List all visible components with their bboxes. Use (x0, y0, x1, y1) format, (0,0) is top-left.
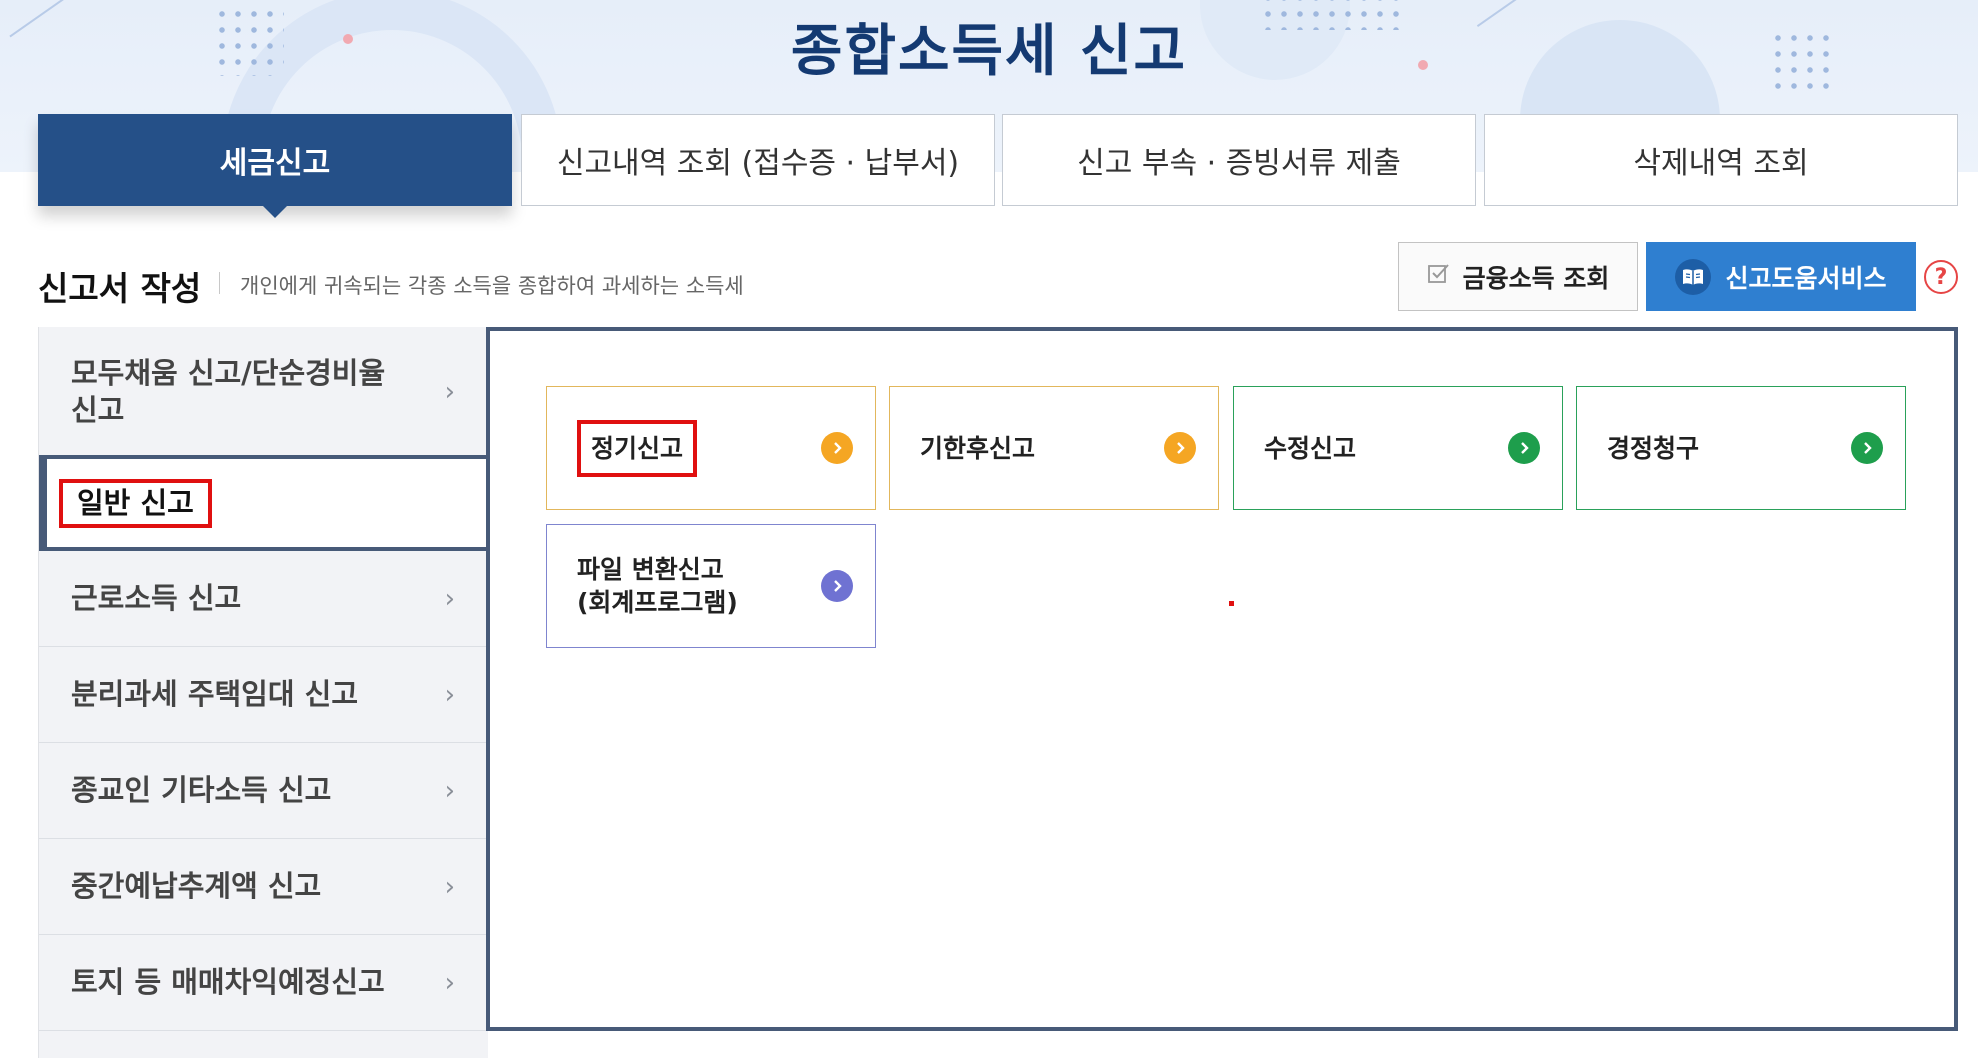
tab-tax-filing[interactable]: 세금신고 (38, 114, 512, 218)
card-label: 수정신고 (1264, 433, 1357, 463)
card-label: 경정청구 (1607, 433, 1700, 463)
help-service-label: 신고도움서비스 (1725, 263, 1887, 293)
highlight-box: 정기신고 (577, 419, 698, 477)
section-description: 개인에게 귀속되는 각종 소득을 종합하여 과세하는 소득세 (240, 274, 744, 298)
card-late-filing[interactable]: 기한후신고 (889, 386, 1219, 510)
section-title: 신고서 작성 (38, 269, 202, 308)
arrow-right-icon (1508, 432, 1540, 464)
book-icon (1675, 258, 1712, 295)
sidebar-item-label: 분리과세 주택임대 신고 (71, 677, 358, 711)
arrow-right-icon (821, 570, 853, 602)
arrow-right-icon (821, 432, 853, 464)
highlight-box: 일반 신고 (59, 478, 212, 528)
financial-income-button[interactable]: 금융소득 조회 (1398, 242, 1638, 311)
sidebar-item-prefilled[interactable]: 모두채움 신고/단순경비율 신고 › (39, 327, 489, 457)
chevron-right-icon: › (444, 583, 455, 614)
sidebar-item-general[interactable]: 일반 신고 (39, 455, 489, 551)
sidebar-item-label: 토지 등 매매차익예정신고 (71, 965, 385, 999)
chevron-right-icon: › (444, 871, 455, 902)
arrow-right-icon (1164, 432, 1196, 464)
card-file-conversion[interactable]: 파일 변환신고 (회계프로그램) (546, 524, 876, 648)
checkbox-edit-icon (1427, 262, 1451, 292)
sidebar-item-interim-prepayment[interactable]: 중간예납추계액 신고 › (39, 839, 489, 935)
help-question-icon[interactable]: ? (1924, 260, 1958, 294)
chevron-right-icon: › (444, 967, 455, 998)
card-correction-claim[interactable]: 경정청구 (1576, 386, 1906, 510)
sidebar-item-label: 중간예납추계액 신고 (71, 869, 322, 903)
chevron-right-icon: › (444, 376, 455, 407)
card-label: 정기신고 (591, 433, 684, 463)
sidebar-item-land-sale[interactable]: 토지 등 매매차익예정신고 › (39, 935, 489, 1031)
sidebar-nav: 모두채움 신고/단순경비율 신고 › 일반 신고 근로소득 신고 › 분리과세 … (38, 327, 489, 1058)
filing-type-panel: 정기신고 기한후신고 수정신고 경정청구 파일 변환신고 (회계프로그램) (486, 327, 1958, 1031)
tab-submit-documents[interactable]: 신고 부속 · 증빙서류 제출 (1002, 114, 1476, 206)
cursor-marker (1229, 601, 1234, 606)
chevron-right-icon: › (444, 679, 455, 710)
sidebar-item-label: 근로소득 신고 (71, 581, 242, 615)
page-title: 종합소득세 신고 (790, 19, 1188, 84)
tab-deleted-history[interactable]: 삭제내역 조회 (1484, 114, 1958, 206)
card-regular-filing[interactable]: 정기신고 (546, 386, 876, 510)
card-label: 파일 변환신고 (회계프로그램) (577, 555, 738, 617)
sidebar-item-label: 모두채움 신고/단순경비율 신고 (71, 355, 386, 427)
sidebar-item-religious[interactable]: 종교인 기타소득 신고 › (39, 743, 489, 839)
card-amended-filing[interactable]: 수정신고 (1233, 386, 1563, 510)
chevron-right-icon: › (444, 775, 455, 806)
tab-filing-history[interactable]: 신고내역 조회 (접수증 · 납부서) (521, 114, 995, 206)
sidebar-item-label: 종교인 기타소득 신고 (71, 773, 332, 807)
sidebar-item-earned-income[interactable]: 근로소득 신고 › (39, 551, 489, 647)
arrow-right-icon (1851, 432, 1883, 464)
card-label: 기한후신고 (920, 433, 1036, 463)
financial-income-label: 금융소득 조회 (1462, 263, 1610, 293)
sidebar-item-housing-rental[interactable]: 분리과세 주택임대 신고 › (39, 647, 489, 743)
sidebar-item-label: 일반 신고 (77, 485, 194, 520)
top-tab-bar: 세금신고 신고내역 조회 (접수증 · 납부서) 신고 부속 · 증빙서류 제출… (38, 114, 1958, 218)
divider (219, 272, 220, 294)
help-service-button[interactable]: 신고도움서비스 (1646, 242, 1916, 311)
